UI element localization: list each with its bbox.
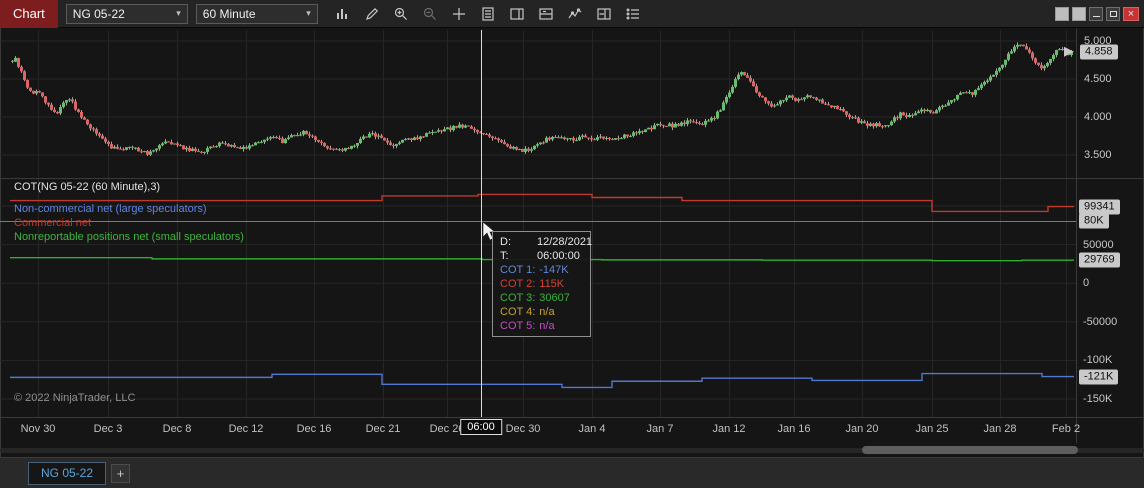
instrument-select-value: NG 05-22	[72, 6, 125, 21]
maximize-icon	[1109, 11, 1117, 17]
time-axis-tick: Dec 30	[505, 423, 541, 435]
tooltip-row-date: D: 12/28/2021	[500, 236, 593, 248]
time-axis-tick: Jan 28	[983, 423, 1017, 435]
cot-indicator-label: COT(NG 05-22 (60 Minute),3)	[14, 181, 161, 193]
close-button[interactable]: ×	[1123, 7, 1139, 21]
data-box-icon[interactable]	[535, 4, 557, 24]
cot-legend-item: Non-commercial net (large speculators)	[14, 203, 207, 215]
time-axis-tick: Jan 20	[845, 423, 879, 435]
chart-style-icon[interactable]	[332, 4, 354, 24]
chart-trader-icon[interactable]	[593, 4, 615, 24]
chevron-down-icon: ▾	[176, 8, 181, 18]
cot-axis-label: -150K	[1083, 393, 1113, 405]
instrument-link-button[interactable]	[1055, 7, 1069, 21]
tab-bar: NG 05-22 +	[0, 457, 1144, 488]
zoom-out-icon[interactable]	[419, 4, 441, 24]
interval-link-button[interactable]	[1072, 7, 1086, 21]
time-axis-tick: Dec 21	[365, 423, 401, 435]
interval-select[interactable]: 60 Minute ▾	[195, 3, 318, 24]
interval-select-value: 60 Minute	[202, 6, 256, 21]
titlebar: Chart NG 05-22 ▾ 60 Minute ▾ ×	[0, 0, 1144, 28]
report-icon[interactable]	[477, 4, 499, 24]
cursor-time-box: 06:00	[460, 419, 502, 435]
zoom-in-icon[interactable]	[390, 4, 412, 24]
chevron-down-icon: ▾	[306, 8, 311, 18]
tooltip-row-cot2: COT 2: 115K	[500, 278, 565, 290]
price-axis-label: 4.500	[1084, 73, 1112, 85]
last-price-badge: 4.858	[1080, 44, 1118, 60]
cot-value-badge: -121K	[1079, 369, 1119, 385]
cot-legend-item: Commercial net	[14, 217, 92, 229]
time-axis-tick: Jan 25	[915, 423, 949, 435]
indicators-icon[interactable]	[564, 4, 586, 24]
tooltip-row-time: T: 06:00:00	[500, 250, 580, 262]
window-controls: ×	[1055, 7, 1139, 21]
time-axis-tick: Dec 8	[162, 423, 192, 435]
cot-axis-label: 0	[1083, 277, 1090, 290]
minimize-icon	[1092, 16, 1100, 17]
time-axis-tick: Dec 16	[296, 423, 332, 435]
cot-value-badge: 99341	[1079, 199, 1120, 214]
cot-value-badge: 80K	[1079, 213, 1109, 229]
chart-panel-icon[interactable]	[506, 4, 528, 24]
drawing-tools-icon[interactable]	[361, 4, 383, 24]
time-axis-tick: Dec 3	[93, 423, 123, 435]
time-axis-tick: Jan 16	[777, 423, 811, 435]
price-axis-label: 3.500	[1084, 149, 1112, 161]
tooltip-row-cot1: COT 1: -147K	[500, 264, 569, 276]
time-axis-tick: Jan 7	[646, 423, 674, 435]
crosshair-icon[interactable]	[448, 4, 470, 24]
tooltip-row-cot3: COT 3: 30607	[500, 292, 570, 304]
maximize-button[interactable]	[1106, 7, 1120, 21]
time-axis-tick: Dec 26	[429, 423, 465, 435]
chart-toolbar	[332, 4, 644, 24]
tab-ng-05-22[interactable]: NG 05-22	[28, 461, 107, 485]
minimize-button[interactable]	[1089, 7, 1103, 21]
horizontal-scrollbar-thumb[interactable]	[862, 446, 1078, 454]
window-title: Chart	[0, 0, 58, 28]
tooltip-row-cot4: COT 4: n/a	[500, 306, 555, 318]
cot-legend-item: Nonreportable positions net (small specu…	[14, 231, 244, 243]
properties-icon[interactable]	[622, 4, 644, 24]
time-axis-tick: Nov 30	[20, 423, 56, 435]
time-axis-tick: Feb 2	[1051, 423, 1081, 435]
time-axis-tick: Jan 12	[712, 423, 746, 435]
add-tab-button[interactable]: +	[111, 463, 131, 483]
cot-axis-label: 50000	[1083, 238, 1114, 251]
cot-axis-label: -50000	[1083, 315, 1118, 328]
price-axis-label: 4.000	[1084, 111, 1112, 123]
data-box-tooltip: D: 12/28/2021 T: 06:00:00 COT 1: -147K COT …	[492, 231, 593, 337]
time-axis-tick: Jan 4	[578, 423, 606, 435]
tooltip-row-cot5: COT 5: n/a	[500, 320, 555, 332]
cot-value-badge: 29769	[1079, 252, 1120, 268]
cot-axis-label: -100K	[1083, 354, 1113, 367]
copyright-label: © 2022 NinjaTrader, LLC	[14, 392, 136, 404]
time-axis-tick: Dec 12	[228, 423, 264, 435]
instrument-select[interactable]: NG 05-22 ▾	[65, 3, 188, 24]
